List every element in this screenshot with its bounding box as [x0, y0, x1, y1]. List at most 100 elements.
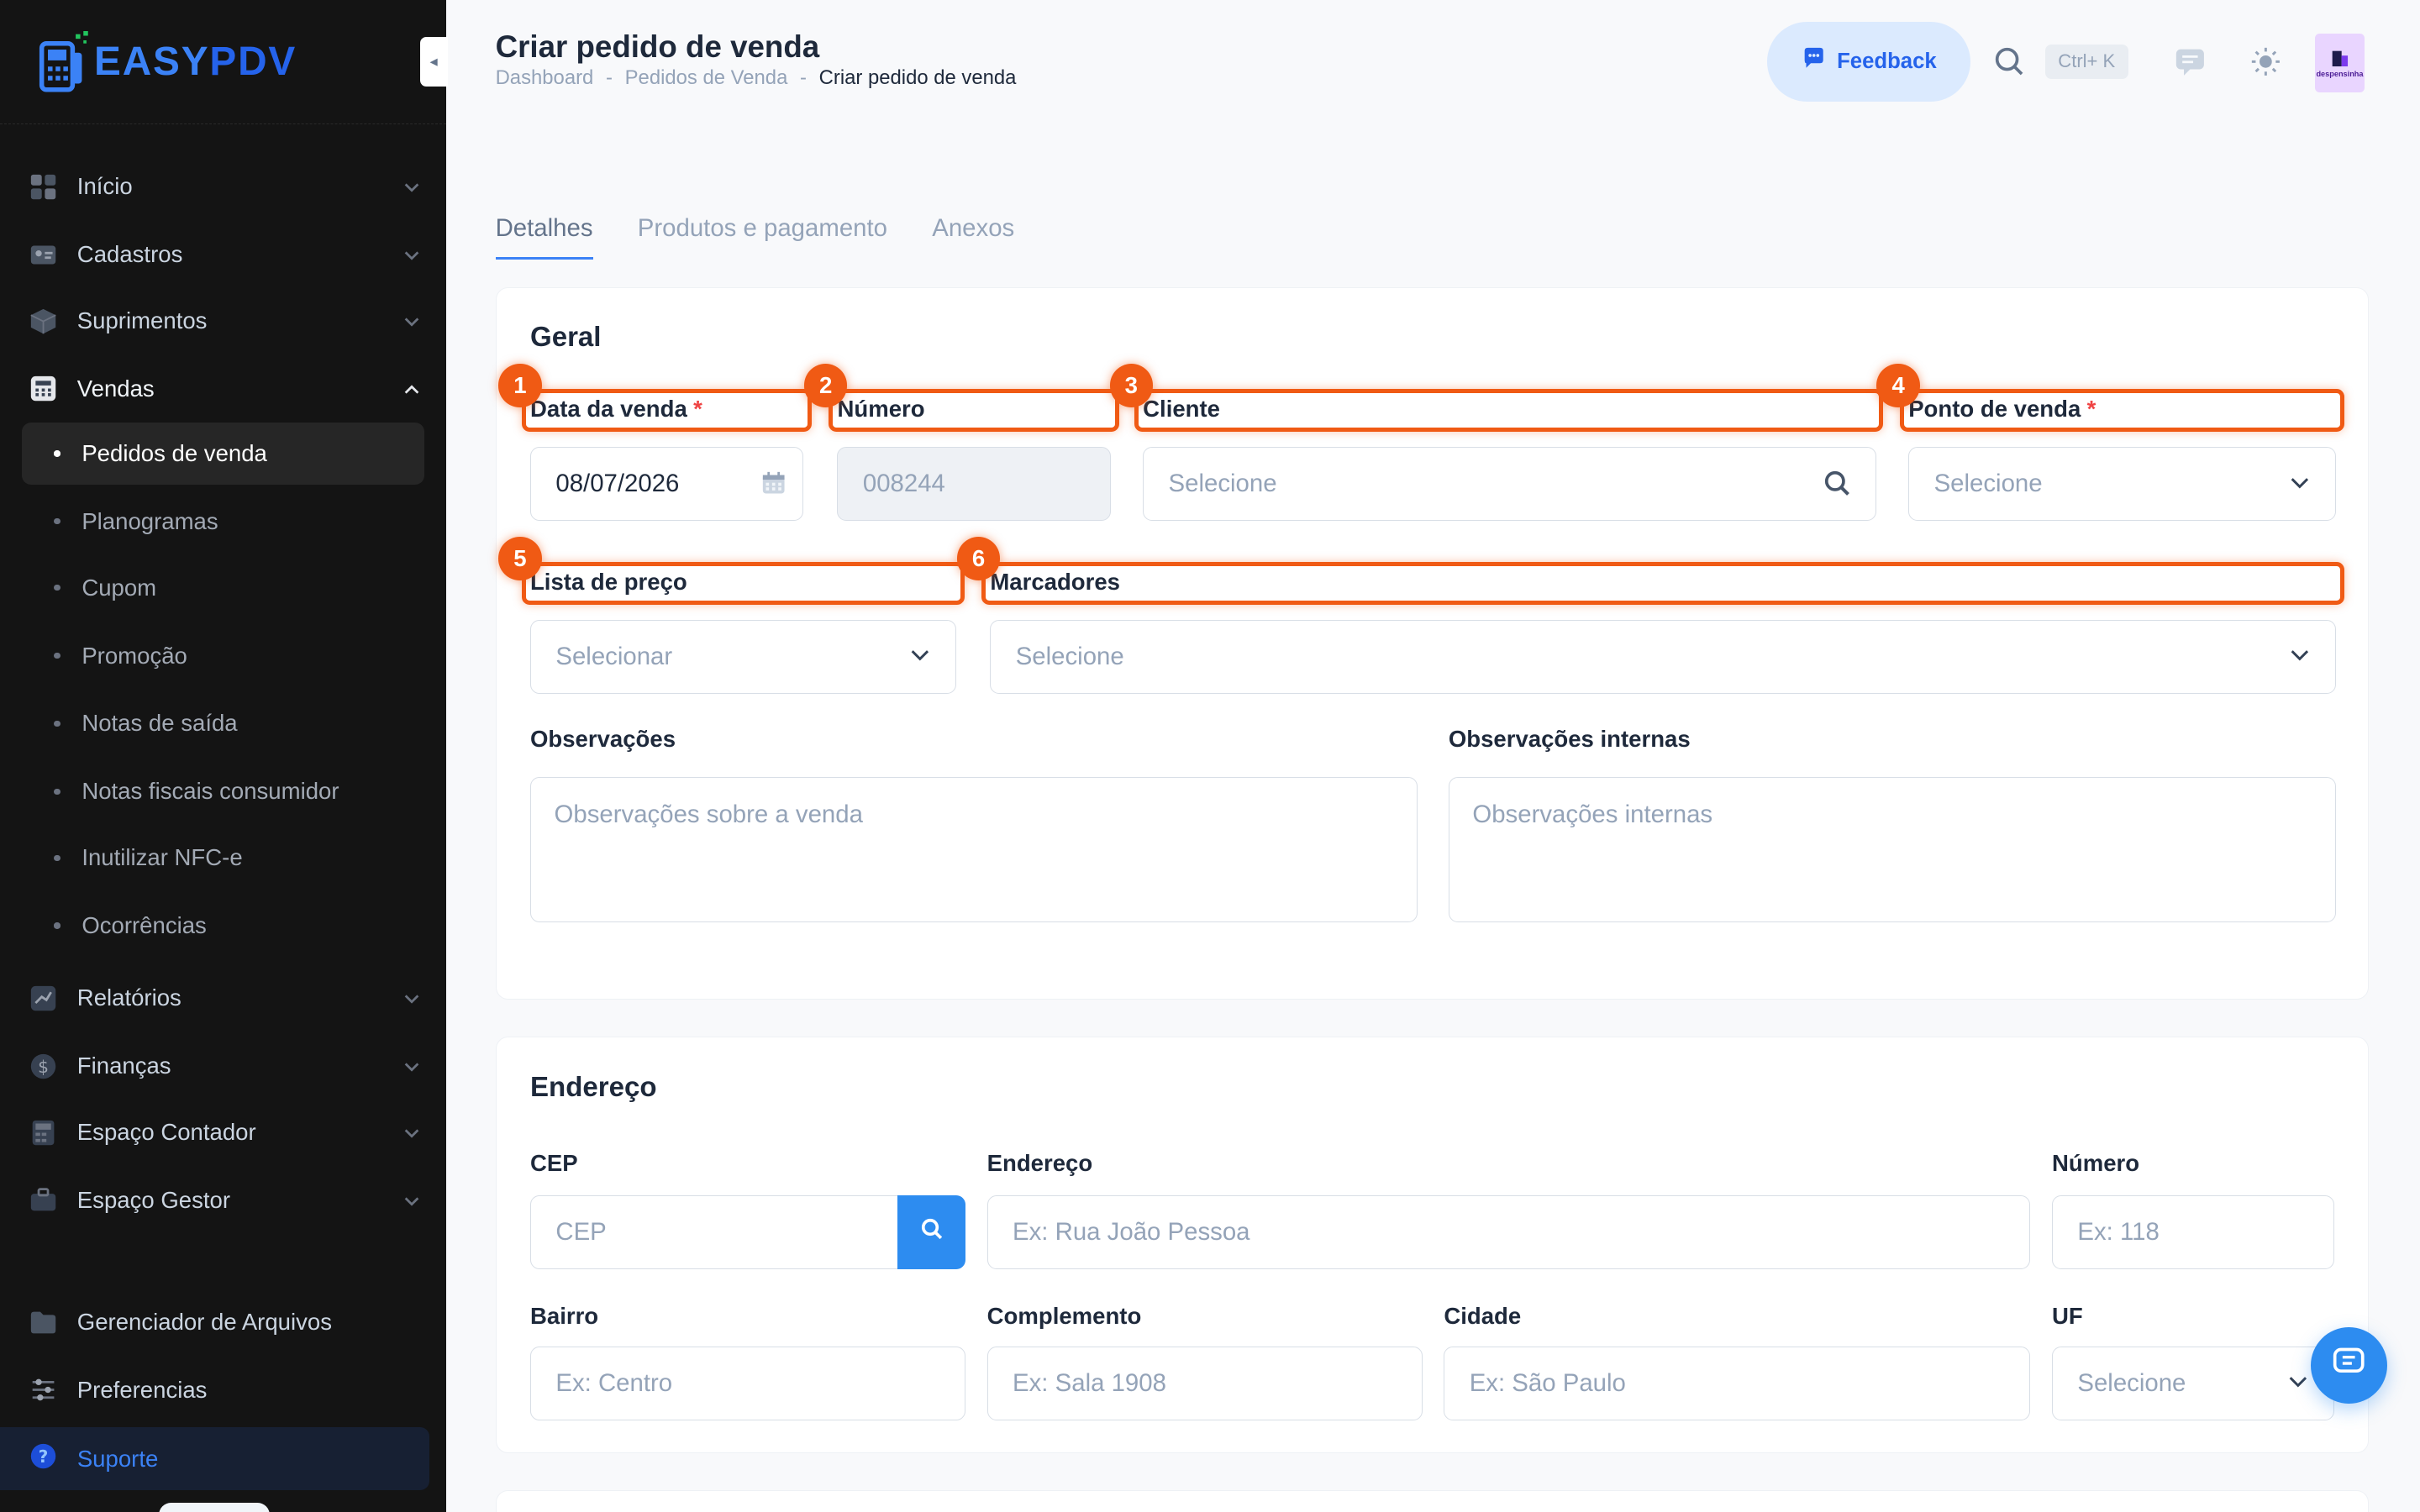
cliente-select[interactable]: Selecione: [1143, 446, 1876, 521]
sidebar-item-relatorios[interactable]: Relatórios: [22, 968, 424, 1029]
calendar-icon[interactable]: [761, 470, 786, 501]
brand-logo[interactable]: EASYPDV: [39, 30, 297, 92]
cep-search-button[interactable]: [897, 1194, 965, 1269]
cep-placeholder: CEP: [555, 1217, 607, 1246]
numero-endereco-input[interactable]: Ex: 118: [2052, 1194, 2335, 1269]
annotation-box-1: [521, 388, 813, 433]
sidebar-item-gerenciador-de-arquivos[interactable]: Gerenciador de Arquivos: [22, 1291, 424, 1352]
sidebar-subitem-label: Notas de saída: [82, 710, 238, 737]
cidade-input[interactable]: Ex: São Paulo: [1444, 1346, 2031, 1420]
endereco-title: Endereço: [529, 1071, 657, 1103]
scroll-handle[interactable]: [159, 1502, 271, 1512]
cep-label: CEP: [529, 1150, 578, 1177]
chevron-down-icon: [2287, 1370, 2309, 1399]
cidade-placeholder: Ex: São Paulo: [1469, 1368, 1626, 1397]
sidebar-item-preferencias[interactable]: Preferencias: [22, 1359, 424, 1420]
cliente-placeholder: Selecione: [1168, 469, 1277, 497]
svg-text:$: $: [38, 1057, 49, 1077]
observacoes-internas-textarea[interactable]: Observações internas: [1448, 776, 2336, 922]
annotation-badge-1: 1: [498, 364, 542, 407]
collapse-sidebar-button[interactable]: ◂: [419, 37, 448, 87]
sidebar-subitem-inutilizar-nfce[interactable]: Inutilizar NFC-e: [22, 827, 424, 888]
sidebar-subitem-notas-de-saida[interactable]: Notas de saída: [22, 693, 424, 754]
breadcrumb-dashboard[interactable]: Dashboard: [496, 66, 594, 90]
ponto-venda-select[interactable]: Selecione: [1908, 446, 2336, 521]
sidebar-subitem-planogramas[interactable]: Planogramas: [22, 491, 424, 552]
dollar-icon: $: [29, 1053, 57, 1080]
complemento-input[interactable]: Ex: Sala 1908: [986, 1346, 1423, 1420]
box-icon: [29, 307, 57, 335]
data-venda-value: 08/07/2026: [555, 469, 680, 497]
endereco-label: Endereço: [986, 1150, 1093, 1177]
pos-terminal-icon: [39, 30, 88, 92]
sidebar-subitem-cupom[interactable]: Cupom: [22, 557, 424, 618]
chat-bubble-icon: [1802, 46, 1826, 76]
annotation-box-2: [829, 388, 1119, 433]
uf-placeholder: Selecione: [2077, 1368, 2186, 1397]
sidebar-item-label: Preferencias: [76, 1376, 208, 1403]
ponto-venda-placeholder: Selecione: [1933, 469, 2043, 497]
page-title: Criar pedido de venda: [495, 29, 820, 64]
sidebar-item-vendas[interactable]: Vendas: [22, 358, 424, 419]
observacoes-internas-label: Observações internas: [1448, 726, 1691, 753]
bairro-input[interactable]: Ex: Centro: [529, 1346, 965, 1420]
messages-icon[interactable]: [2175, 46, 2206, 84]
sidebar-item-suprimentos[interactable]: Suprimentos: [22, 290, 424, 351]
sidebar-subitem-label: Planogramas: [82, 507, 218, 534]
sidebar-subitem-notas-fiscais-consumidor[interactable]: Notas fiscais consumidor: [22, 761, 424, 822]
bullet-icon: [54, 585, 60, 591]
id-card-icon: [29, 241, 57, 269]
register-icon: [29, 375, 57, 402]
complemento-label: Complemento: [986, 1303, 1142, 1330]
brand-name: EASYPDV: [94, 39, 297, 85]
bairro-label: Bairro: [529, 1303, 599, 1330]
sidebar-subitem-label: Ocorrências: [82, 912, 207, 939]
numero-endereco-placeholder: Ex: 118: [2077, 1217, 2160, 1246]
search-shortcut-badge: Ctrl+ K: [2044, 45, 2128, 79]
observacoes-placeholder: Observações sobre a venda: [554, 801, 863, 829]
annotation-box-4: [1900, 388, 2344, 433]
data-venda-input[interactable]: 08/07/2026: [529, 446, 804, 521]
avatar[interactable]: despensinha: [2315, 34, 2365, 93]
breadcrumb: Dashboard - Pedidos de Venda - Criar ped…: [496, 66, 1017, 90]
sidebar-subitem-promocao[interactable]: Promoção: [22, 625, 424, 686]
folder-icon: [29, 1309, 57, 1336]
marcadores-select[interactable]: Selecione: [990, 619, 2336, 694]
sidebar-item-financas[interactable]: $ Finanças: [22, 1035, 424, 1096]
sidebar-item-label: Espaço Gestor: [76, 1186, 230, 1213]
sidebar-subitem-ocorrencias[interactable]: Ocorrências: [22, 895, 424, 956]
complemento-placeholder: Ex: Sala 1908: [1013, 1368, 1166, 1397]
uf-select[interactable]: Selecione: [2052, 1346, 2335, 1420]
calculator-icon: [29, 1119, 57, 1147]
sidebar-item-espaco-contador[interactable]: Espaço Contador: [22, 1101, 424, 1163]
breadcrumb-pedidos-de-venda[interactable]: Pedidos de Venda: [625, 66, 788, 90]
feedback-label: Feedback: [1837, 49, 1937, 73]
store-logo-icon: [2332, 51, 2348, 67]
tab-produtos-e-pagamento[interactable]: Produtos e pagamento: [638, 214, 887, 260]
feedback-button[interactable]: Feedback: [1767, 21, 1971, 102]
annotation-badge-3: 3: [1109, 364, 1154, 407]
tab-anexos[interactable]: Anexos: [932, 214, 1014, 260]
sidebar-item-label: Suprimentos: [76, 307, 208, 334]
sidebar-item-cadastros[interactable]: Cadastros: [22, 223, 424, 285]
chart-icon: [29, 984, 57, 1012]
bullet-icon: [54, 854, 60, 861]
chat-fab-button[interactable]: [2310, 1326, 2388, 1404]
chevron-down-icon: [402, 1055, 421, 1082]
observacoes-textarea[interactable]: Observações sobre a venda: [529, 776, 1418, 922]
sidebar-subitem-label: Inutilizar NFC-e: [82, 844, 243, 871]
theme-toggle-icon[interactable]: [2250, 46, 2281, 84]
chevron-down-icon: [402, 310, 421, 337]
lista-preco-placeholder: Selecionar: [555, 642, 673, 670]
endereco-input[interactable]: Ex: Rua João Pessoa: [986, 1194, 2031, 1269]
sidebar-item-espaco-gestor[interactable]: Espaço Gestor: [22, 1169, 424, 1231]
tab-detalhes[interactable]: Detalhes: [495, 214, 593, 260]
sidebar-item-suporte[interactable]: ? Suporte: [0, 1426, 429, 1491]
numero-endereco-label: Número: [2052, 1150, 2140, 1177]
sidebar-subitem-pedidos-de-venda[interactable]: Pedidos de venda: [21, 423, 425, 485]
sidebar-item-inicio[interactable]: Início: [22, 156, 424, 218]
search-icon[interactable]: [1994, 46, 2025, 84]
marcadores-placeholder: Selecione: [1015, 642, 1124, 670]
lista-preco-select[interactable]: Selecionar: [529, 619, 956, 694]
cep-input[interactable]: CEP: [529, 1194, 901, 1269]
